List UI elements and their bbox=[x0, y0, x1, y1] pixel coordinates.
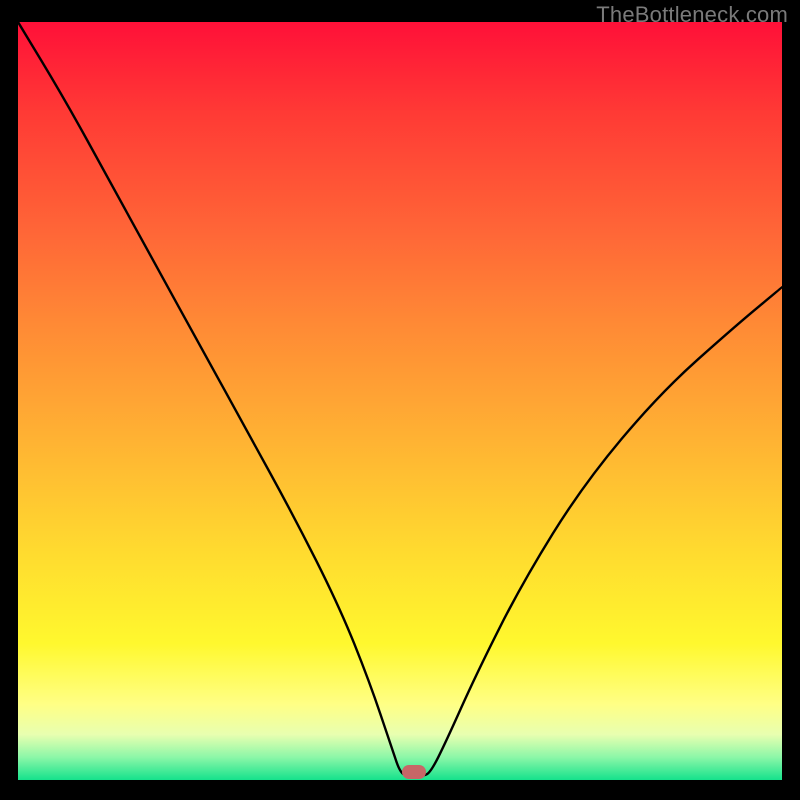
plot-area bbox=[18, 22, 782, 780]
chart-stage: TheBottleneck.com bbox=[0, 0, 800, 800]
optimum-marker bbox=[402, 765, 426, 779]
curve-svg bbox=[18, 22, 782, 780]
watermark-text: TheBottleneck.com bbox=[596, 2, 788, 28]
bottleneck-curve bbox=[18, 22, 782, 776]
